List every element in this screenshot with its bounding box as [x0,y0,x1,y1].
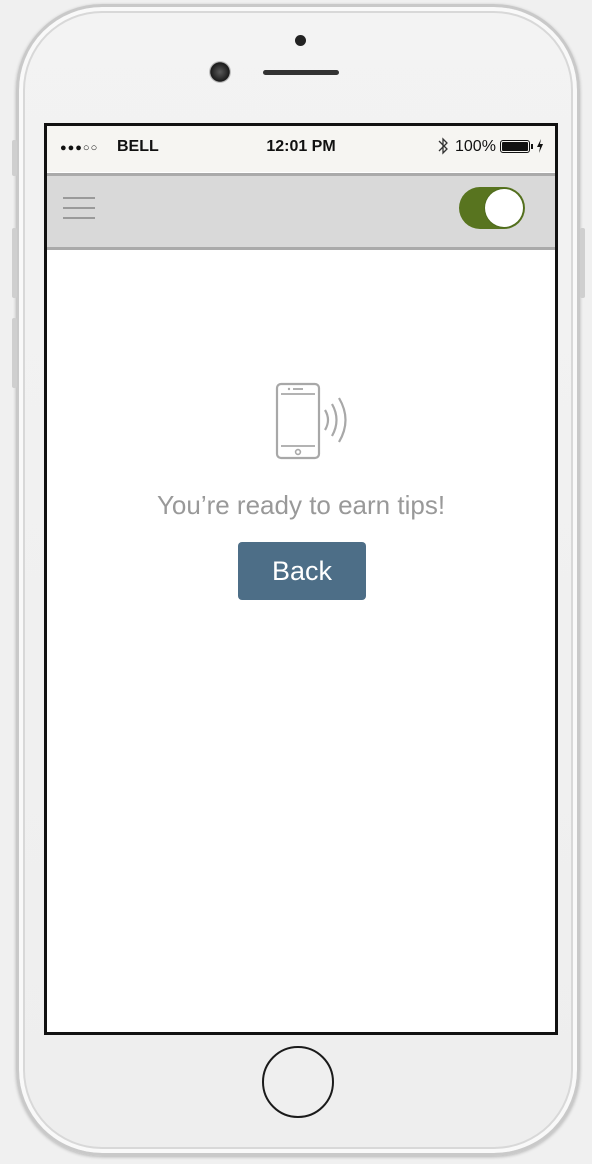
availability-toggle[interactable] [459,187,525,229]
battery-percent: 100% [455,138,496,155]
battery-icon [500,140,530,153]
toggle-knob [485,189,523,227]
power-button [580,228,585,298]
phone-nfc-signal-icon [275,382,347,460]
front-camera [209,61,231,83]
earpiece-speaker [263,70,339,75]
battery-nub [531,144,533,149]
ready-message: You’re ready to earn tips! [156,490,446,520]
phone-screen: ●●●○○ BELL 12:01 PM 100% You’re ready to… [44,123,558,1035]
back-button[interactable]: Back [238,542,366,600]
mute-switch [12,140,17,176]
bluetooth-icon [438,137,448,155]
lightning-icon [537,139,543,153]
app-header [47,173,555,250]
main-content: You’re ready to earn tips! Back [47,250,555,1032]
hamburger-menu-icon[interactable] [61,192,97,222]
volume-down-button [12,318,17,388]
home-button[interactable] [262,1046,334,1118]
proximity-sensor [295,35,306,46]
volume-up-button [12,228,17,298]
status-bar: ●●●○○ BELL 12:01 PM 100% [47,126,555,172]
